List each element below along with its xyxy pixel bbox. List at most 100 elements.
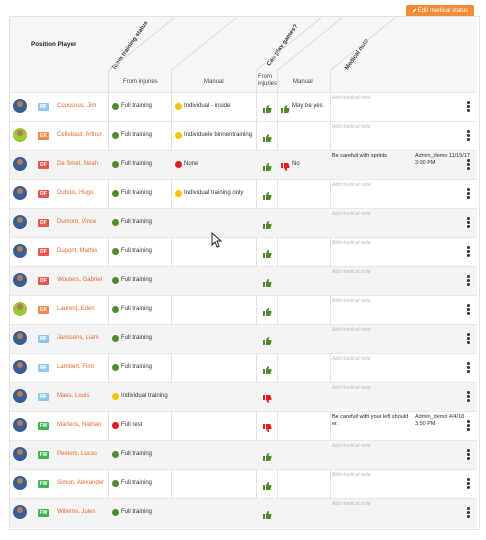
position-badge: FW bbox=[38, 451, 49, 459]
add-medical-note-input[interactable]: Add medical note bbox=[332, 240, 371, 246]
more-options-icon[interactable] bbox=[466, 362, 470, 374]
table-row[interactable]: DF De Smet, Noah Full training None No Be car… bbox=[10, 150, 477, 180]
more-options-icon[interactable] bbox=[466, 420, 470, 432]
position-badge: MF bbox=[38, 364, 49, 372]
add-medical-note-input[interactable]: Add medical note bbox=[332, 443, 371, 449]
add-medical-note-input[interactable]: Add medical note bbox=[332, 182, 371, 188]
thumbs-up-icon[interactable] bbox=[280, 101, 290, 113]
can-play-manual-text: May be yes bbox=[292, 103, 323, 109]
add-medical-note-input[interactable]: Add medical note bbox=[332, 356, 371, 362]
more-options-icon[interactable] bbox=[466, 304, 470, 316]
player-name-link[interactable]: De Smet, Noah bbox=[57, 161, 98, 167]
thumbs-up-icon bbox=[262, 101, 272, 113]
more-options-icon[interactable] bbox=[466, 130, 470, 142]
note-author: Admin_demo 11/15/17 bbox=[415, 153, 470, 159]
table-row[interactable]: GK Laurent, Eden Full training Add medical … bbox=[10, 295, 477, 325]
add-medical-note-input[interactable]: Add medical note bbox=[332, 501, 371, 507]
table-row[interactable]: MF Janssens, Liam Full training Add medical… bbox=[10, 324, 477, 354]
player-name-link[interactable]: Wouters, Gabriel bbox=[57, 277, 102, 283]
thumbs-up-icon bbox=[262, 159, 272, 171]
player-name-link[interactable]: Lambert, Finn bbox=[57, 364, 94, 370]
position-badge: DF bbox=[38, 248, 49, 256]
injury-status-text: Full training bbox=[121, 306, 153, 312]
injury-status-text: Individual training bbox=[121, 393, 168, 399]
table-row[interactable]: FW Simon, Alexander Full training Add medic… bbox=[10, 469, 477, 499]
more-options-icon[interactable] bbox=[466, 188, 470, 200]
player-name-link[interactable]: Coussous, Jim bbox=[57, 103, 96, 109]
table-row[interactable]: MF Maes, Louis Individual training Add medi… bbox=[10, 382, 477, 412]
more-options-icon[interactable] bbox=[466, 159, 470, 171]
thumbs-up-icon bbox=[262, 507, 272, 519]
manual-header-2: Manual bbox=[293, 79, 313, 85]
more-options-icon[interactable] bbox=[466, 217, 470, 229]
table-row[interactable]: FW Willems, Jules Full training Add medical… bbox=[10, 498, 477, 528]
thumbs-up-icon bbox=[262, 478, 272, 490]
more-options-icon[interactable] bbox=[466, 391, 470, 403]
from-injuries-header: From injuries bbox=[123, 79, 158, 85]
add-medical-note-input[interactable]: Add medical note bbox=[332, 124, 371, 130]
add-medical-note-input[interactable]: Add medical note bbox=[332, 95, 371, 101]
table-row[interactable]: MF Lambert, Finn Full training Add medical … bbox=[10, 353, 477, 383]
player-name-link[interactable]: Simon, Alexander bbox=[57, 480, 104, 486]
injury-status-text: Full training bbox=[121, 509, 153, 515]
avatar bbox=[13, 476, 27, 490]
add-medical-note-input[interactable]: Add medical note bbox=[332, 298, 371, 304]
injury-status-dot bbox=[112, 219, 119, 226]
player-name-link[interactable]: Cellebaut, Arthur bbox=[57, 132, 102, 138]
add-medical-note-input[interactable]: Add medical note bbox=[332, 211, 371, 217]
thumbs-down-icon bbox=[262, 420, 272, 433]
pencil-icon bbox=[412, 8, 417, 13]
more-options-icon[interactable] bbox=[466, 246, 470, 258]
manual-status-dot bbox=[175, 132, 182, 139]
more-options-icon[interactable] bbox=[466, 101, 470, 113]
more-options-icon[interactable] bbox=[466, 449, 470, 461]
table-row[interactable]: DF Dumont, Vince Full training Add medical … bbox=[10, 208, 477, 238]
table-row[interactable]: MF Coussous, Jim Full training Individual -… bbox=[10, 92, 477, 122]
thumbs-up-icon bbox=[262, 188, 272, 200]
position-player-header: Position Player bbox=[31, 41, 77, 48]
more-options-icon[interactable] bbox=[466, 507, 470, 519]
avatar bbox=[13, 505, 27, 519]
avatar bbox=[13, 389, 27, 403]
table-row[interactable]: DF Dubois, Hugo Full training Individual tr… bbox=[10, 179, 477, 209]
avatar bbox=[13, 244, 27, 258]
add-medical-note-input[interactable]: Add medical note bbox=[332, 327, 371, 333]
add-medical-note-input[interactable]: Add medical note bbox=[332, 269, 371, 275]
injury-status-text: Full training bbox=[121, 161, 153, 167]
player-name-link[interactable]: Maes, Louis bbox=[57, 393, 89, 399]
more-options-icon[interactable] bbox=[466, 478, 470, 490]
from-injuries-header-2: From injuries bbox=[258, 74, 278, 87]
more-options-icon[interactable] bbox=[466, 333, 470, 345]
table-row[interactable]: DF Wouters, Gabriel Full training Add medic… bbox=[10, 266, 477, 296]
table-row[interactable]: GK Cellebaut, Arthur Full training Individu… bbox=[10, 121, 477, 151]
table-row[interactable]: FW Peeters, Lucas Full training Add medical… bbox=[10, 440, 477, 470]
player-name-link[interactable]: Willems, Jules bbox=[57, 509, 95, 515]
avatar bbox=[13, 302, 27, 316]
avatar bbox=[13, 273, 27, 287]
table-row[interactable]: DF Dupont, Mathis Full training Add medical… bbox=[10, 237, 477, 267]
injury-status-dot bbox=[112, 248, 119, 255]
position-badge: MF bbox=[38, 103, 49, 111]
medical-note-text[interactable]: Be carefull with your left should bbox=[332, 414, 408, 420]
thumbs-down-icon[interactable] bbox=[280, 159, 290, 172]
player-name-link[interactable]: Peeters, Lucas bbox=[57, 451, 97, 457]
header-divider bbox=[329, 17, 396, 71]
medical-note-text[interactable]: Be carefull with sprints bbox=[332, 153, 387, 159]
add-medical-note-input[interactable]: Add medical note bbox=[332, 472, 371, 478]
player-name-link[interactable]: Martens, Nathan bbox=[57, 422, 101, 428]
more-options-icon[interactable] bbox=[466, 275, 470, 287]
player-name-link[interactable]: Dupont, Mathis bbox=[57, 248, 97, 254]
player-name-link[interactable]: Dubois, Hugo bbox=[57, 190, 93, 196]
injury-status-dot bbox=[112, 306, 119, 313]
mouse-cursor-icon bbox=[211, 232, 223, 248]
thumbs-up-icon bbox=[262, 275, 272, 287]
injury-status-text: Full training bbox=[121, 451, 153, 457]
add-medical-note-input[interactable]: Add medical note bbox=[332, 385, 371, 391]
avatar bbox=[13, 447, 27, 461]
player-name-link[interactable]: Laurent, Eden bbox=[57, 306, 95, 312]
position-badge: DF bbox=[38, 161, 49, 169]
player-name-link[interactable]: Dumont, Vince bbox=[57, 219, 96, 225]
table-row[interactable]: FW Martens, Nathan Full rest Be carefull wi… bbox=[10, 411, 477, 441]
manual-header: Manual bbox=[204, 79, 224, 85]
player-name-link[interactable]: Janssens, Liam bbox=[57, 335, 99, 341]
